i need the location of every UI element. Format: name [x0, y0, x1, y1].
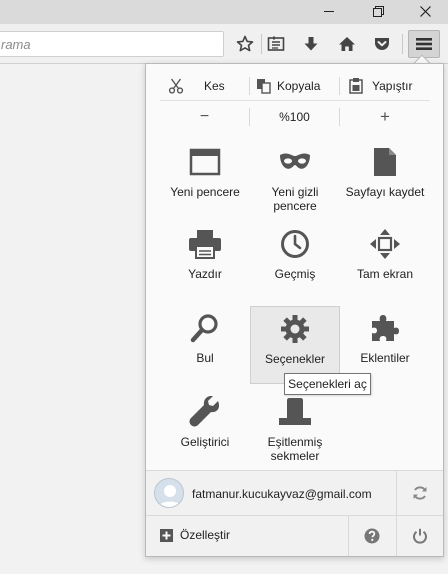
save-page-label: Sayfayı kaydet — [345, 185, 425, 199]
save-page-icon — [374, 148, 396, 176]
cut-label: Kes — [204, 79, 225, 93]
power-icon — [413, 528, 427, 544]
help-icon — [364, 528, 380, 544]
options-label: Seçenekler — [264, 352, 326, 366]
synced-tabs-item[interactable]: Eşitlenmiş sekmeler — [250, 390, 340, 468]
restore-button[interactable] — [355, 0, 401, 22]
zoom-in-button[interactable]: + — [340, 102, 430, 132]
private-window-label: Yeni gizli pencere — [271, 185, 319, 213]
find-label: Bul — [196, 351, 214, 365]
zoom-controls: − %100 + — [160, 102, 430, 132]
downloads-button[interactable] — [298, 31, 324, 57]
quit-button[interactable] — [396, 516, 443, 556]
help-button[interactable] — [348, 516, 395, 556]
paste-label: Yapıştır — [372, 79, 413, 93]
zoom-level: %100 — [279, 110, 310, 124]
options-tooltip: Seçenekleri aç — [284, 373, 371, 395]
star-icon — [236, 35, 254, 52]
search-input[interactable] — [0, 32, 223, 56]
print-item[interactable]: Yazdır — [160, 222, 250, 300]
home-icon — [339, 37, 355, 51]
menu-footer: Özelleştir — [146, 516, 443, 556]
copy-icon — [257, 79, 271, 94]
open-menu-button[interactable] — [408, 30, 440, 58]
minimize-button[interactable] — [306, 0, 352, 22]
sync-account-row[interactable]: fatmanur.kucukayvaz@gmail.com — [146, 470, 443, 516]
printer-icon — [189, 230, 221, 259]
save-page-item[interactable]: Sayfayı kaydet — [340, 140, 430, 218]
reading-list-button[interactable] — [263, 31, 289, 57]
new-window-label: Yeni pencere — [170, 185, 240, 199]
find-item[interactable]: Bul — [160, 306, 250, 384]
zoom-in-label: + — [380, 107, 390, 126]
avatar — [154, 478, 184, 508]
fullscreen-icon — [370, 229, 400, 259]
copy-button[interactable]: Kopyala — [250, 71, 339, 101]
sync-icon — [413, 486, 427, 500]
private-window-item[interactable]: Yeni gizli pencere — [250, 140, 340, 218]
pocket-icon — [375, 38, 389, 50]
title-bar — [0, 0, 448, 24]
customize-label: Özelleştir — [180, 528, 231, 542]
addons-label: Eklentiler — [360, 351, 410, 365]
developer-label: Geliştirici — [180, 435, 230, 449]
mask-icon — [280, 153, 310, 169]
account-email: fatmanur.kucukayvaz@gmail.com — [192, 487, 372, 501]
paste-button[interactable]: Yapıştır — [340, 71, 430, 101]
fullscreen-label: Tam ekran — [356, 267, 414, 281]
pocket-button[interactable] — [369, 31, 395, 57]
zoom-reset-button[interactable]: %100 — [250, 102, 339, 132]
copy-label: Kopyala — [277, 79, 321, 93]
download-icon — [304, 37, 318, 51]
home-button[interactable] — [334, 31, 360, 57]
wrench-icon — [189, 396, 220, 427]
clock-icon — [281, 230, 309, 258]
edit-controls: Kes Kopyala Yapıştır — [160, 71, 430, 101]
history-item[interactable]: Geçmiş — [250, 222, 340, 300]
cut-button[interactable]: Kes — [160, 71, 249, 101]
user-avatar-icon — [158, 485, 182, 507]
synced-tabs-label: Eşitlenmiş sekmeler — [267, 435, 323, 463]
puzzle-icon — [372, 315, 399, 341]
fullscreen-item[interactable]: Tam ekran — [340, 222, 430, 300]
customize-button[interactable]: Özelleştir — [160, 528, 230, 542]
plus-box-icon — [160, 528, 173, 542]
hamburger-icon — [416, 38, 432, 50]
zoom-out-button[interactable]: − — [160, 102, 249, 132]
bookmark-star-button[interactable] — [232, 31, 258, 57]
new-window-icon — [189, 148, 221, 176]
developer-item[interactable]: Geliştirici — [160, 390, 250, 468]
gear-icon — [281, 315, 309, 343]
reading-list-icon — [267, 36, 285, 51]
navigation-toolbar — [0, 24, 448, 64]
main-menu-panel: Kes Kopyala Yapıştır − %100 + Yeni pence… — [145, 63, 444, 557]
magnifier-icon — [190, 314, 218, 343]
scissors-icon — [168, 78, 184, 94]
clipboard-icon — [349, 78, 363, 94]
zoom-out-label: − — [199, 108, 210, 125]
search-box[interactable] — [0, 31, 224, 57]
sync-now-button[interactable] — [396, 471, 443, 515]
restore-icon — [372, 5, 384, 17]
new-window-item[interactable]: Yeni pencere — [160, 140, 250, 218]
history-label: Geçmiş — [274, 267, 316, 281]
synced-tabs-icon — [279, 398, 311, 425]
minimize-icon — [324, 11, 334, 12]
close-button[interactable] — [402, 0, 448, 22]
print-label: Yazdır — [188, 267, 222, 281]
close-icon — [419, 5, 431, 17]
